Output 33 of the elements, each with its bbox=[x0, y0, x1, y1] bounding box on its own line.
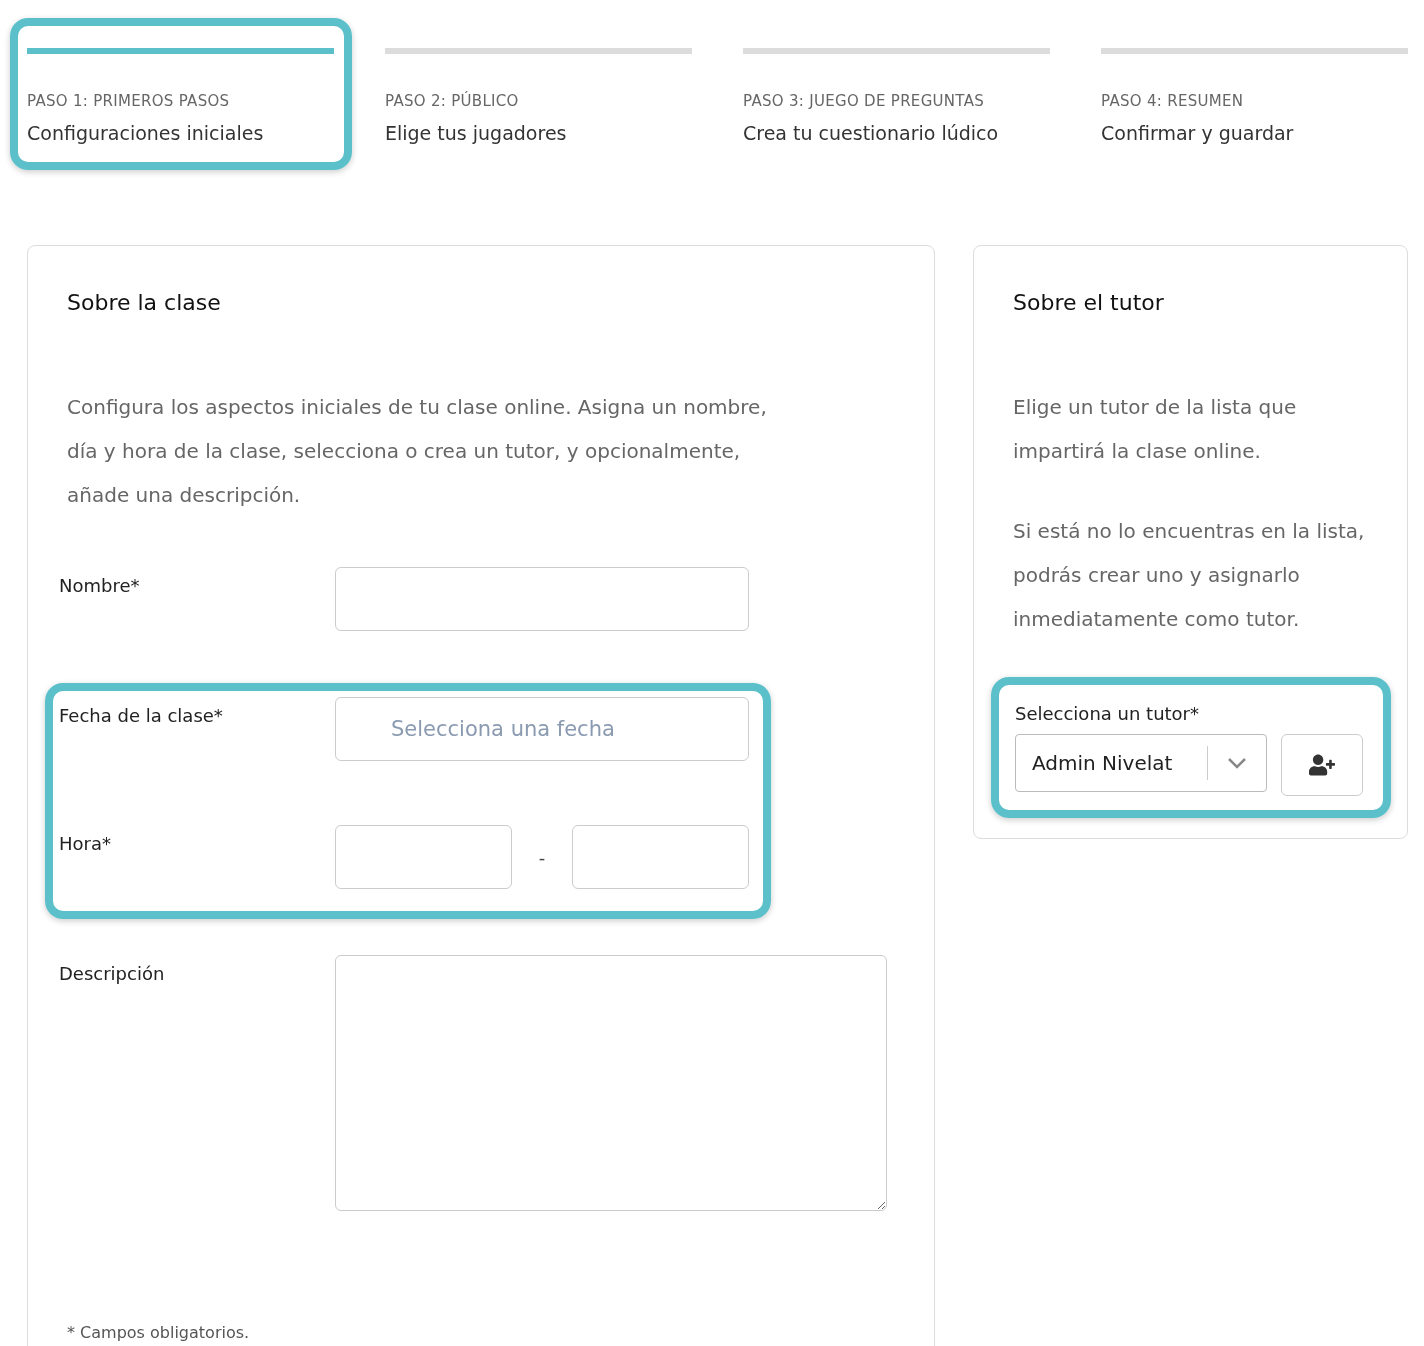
step-title: Crea tu cuestionario lúdico bbox=[743, 122, 1000, 144]
step-tab[interactable]: PASO 3: JUEGO DE PREGUNTAS Crea tu cuestionario lúdico bbox=[726, 18, 1068, 170]
required-fields-note: * Campos obligatorios. bbox=[67, 1323, 251, 1342]
step-tab[interactable]: PASO 4: RESUMEN Confirmar y guardar bbox=[1084, 18, 1424, 170]
field-label: Nombre* bbox=[59, 574, 141, 598]
tutor-select[interactable]: Admin Nivelat bbox=[1015, 734, 1267, 792]
step-tab[interactable]: PASO 1: PRIMEROS PASOS Configuraciones iniciales bbox=[10, 18, 352, 170]
card-title: Sobre el tutor bbox=[1013, 290, 1165, 315]
step-title: Confirmar y guardar bbox=[1101, 122, 1295, 144]
add-user-icon bbox=[1308, 752, 1335, 778]
start-time-field[interactable] bbox=[335, 825, 512, 889]
field-label: Hora* bbox=[59, 832, 112, 856]
step-label: PASO 4: RESUMEN bbox=[1101, 92, 1245, 110]
field-label: Selecciona un tutor* bbox=[1015, 703, 1201, 724]
name-field[interactable] bbox=[335, 567, 749, 631]
field-label: Descripción bbox=[59, 962, 166, 986]
card-title: Sobre la clase bbox=[67, 290, 222, 315]
card-description: Elige un tutor de la lista que impartirá la clase online. bbox=[1013, 394, 1298, 465]
range-separator: - bbox=[537, 846, 547, 868]
date-field[interactable]: Selecciona una fecha bbox=[335, 697, 749, 761]
field-label: Fecha de la clase* bbox=[59, 704, 224, 728]
card-description: Configura los aspectos iniciales de tu clase online. Asigna un nombre, día y hora de la clase, selecciona o crea un tutor, y opcionalmente, añade una descripción. bbox=[67, 394, 767, 509]
step-tab[interactable]: PASO 2: PÚBLICO Elige tus jugadores bbox=[368, 18, 710, 170]
step-label: PASO 3: JUEGO DE PREGUNTAS bbox=[743, 92, 986, 110]
step-label: PASO 1: PRIMEROS PASOS bbox=[27, 92, 231, 110]
step-title: Elige tus jugadores bbox=[385, 122, 568, 144]
description-field[interactable] bbox=[335, 955, 887, 1211]
chevron-down-icon bbox=[1226, 757, 1247, 769]
step-title: Configuraciones iniciales bbox=[27, 122, 265, 144]
end-time-field[interactable] bbox=[572, 825, 749, 889]
card-description: Si está no lo encuentras en la lista, podrás crear uno y asignarlo inmediatamente como tutor. bbox=[1013, 518, 1366, 633]
step-label: PASO 2: PÚBLICO bbox=[385, 92, 520, 110]
add-user-button[interactable] bbox=[1280, 734, 1363, 796]
